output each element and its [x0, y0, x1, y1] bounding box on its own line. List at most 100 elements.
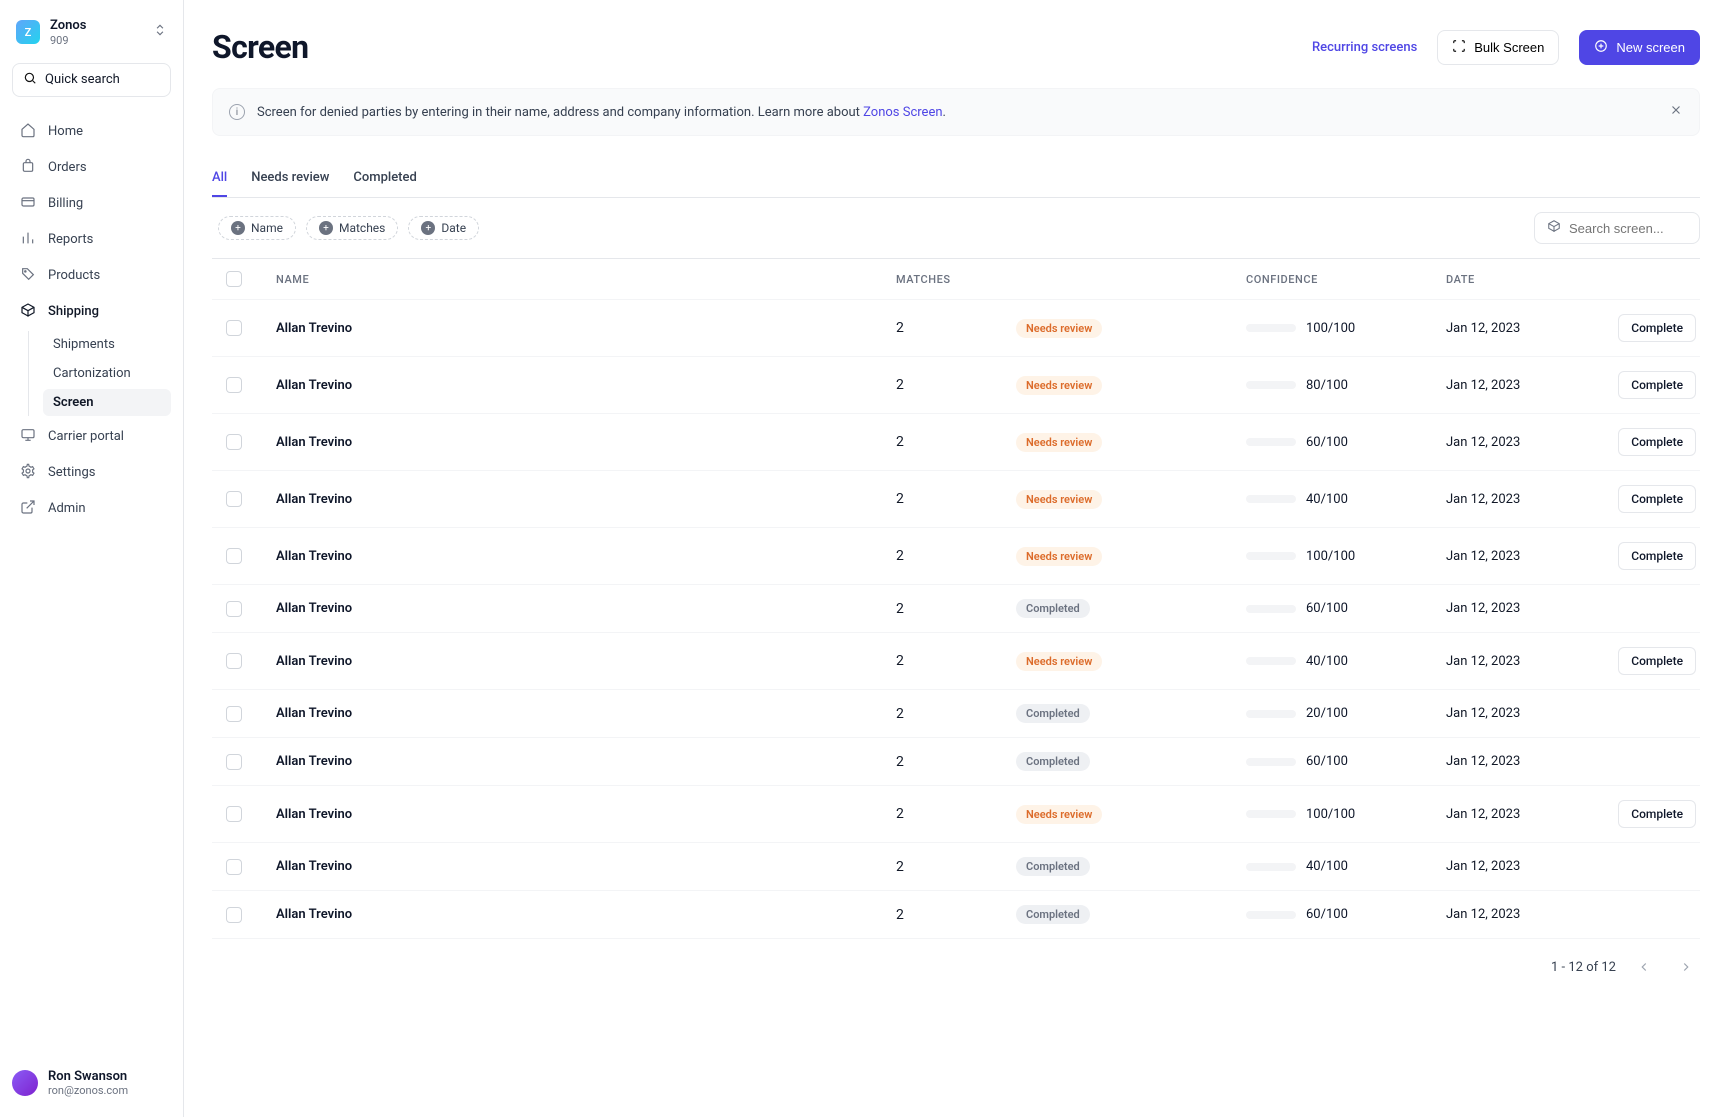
row-name: Allan Trevino: [260, 807, 880, 822]
status-badge: Completed: [1016, 704, 1090, 723]
filter-chip-date[interactable]: +Date: [408, 216, 479, 240]
sidebar-item-carrier-portal[interactable]: Carrier portal: [12, 420, 171, 454]
next-page-button[interactable]: [1672, 953, 1700, 981]
table-row[interactable]: Allan Trevino2Needs review40/100Jan 12, …: [212, 633, 1700, 690]
tag-icon: [20, 266, 36, 286]
status-badge: Completed: [1016, 599, 1090, 618]
user-email: ron@zonos.com: [48, 1084, 128, 1097]
row-date: Jan 12, 2023: [1430, 601, 1580, 616]
row-date: Jan 12, 2023: [1430, 754, 1580, 769]
row-checkbox[interactable]: [226, 320, 242, 336]
complete-button[interactable]: Complete: [1618, 428, 1696, 456]
external-icon: [20, 499, 36, 519]
row-checkbox[interactable]: [226, 907, 242, 923]
status-badge: Needs review: [1016, 490, 1102, 509]
search-screen[interactable]: [1534, 212, 1700, 244]
row-matches: 2: [880, 754, 1000, 770]
table-row[interactable]: Allan Trevino2Needs review60/100Jan 12, …: [212, 414, 1700, 471]
sidebar-item-products[interactable]: Products: [12, 259, 171, 293]
row-checkbox[interactable]: [226, 806, 242, 822]
sidebar-sub-shipments[interactable]: Shipments: [43, 331, 171, 358]
row-checkbox[interactable]: [226, 859, 242, 875]
table-row[interactable]: Allan Trevino2Needs review80/100Jan 12, …: [212, 357, 1700, 414]
row-checkbox[interactable]: [226, 754, 242, 770]
row-name: Allan Trevino: [260, 859, 880, 874]
row-matches: 2: [880, 320, 1000, 336]
status-badge: Needs review: [1016, 652, 1102, 671]
row-checkbox[interactable]: [226, 653, 242, 669]
table-row[interactable]: Allan Trevino2Completed60/100Jan 12, 202…: [212, 738, 1700, 786]
table-row[interactable]: Allan Trevino2Needs review100/100Jan 12,…: [212, 528, 1700, 585]
pagination-text: 1 - 12 of 12: [1551, 960, 1616, 975]
complete-button[interactable]: Complete: [1618, 314, 1696, 342]
complete-button[interactable]: Complete: [1618, 647, 1696, 675]
org-selector[interactable]: Z Zonos 909: [12, 12, 171, 53]
sidebar-item-settings[interactable]: Settings: [12, 456, 171, 490]
row-name: Allan Trevino: [260, 754, 880, 769]
table-row[interactable]: Allan Trevino2Completed40/100Jan 12, 202…: [212, 843, 1700, 891]
sidebar-item-billing[interactable]: Billing: [12, 187, 171, 221]
user-menu[interactable]: Ron Swanson ron@zonos.com: [12, 1061, 171, 1105]
complete-button[interactable]: Complete: [1618, 371, 1696, 399]
search-input[interactable]: [1569, 221, 1687, 236]
sidebar-sub-cartonization[interactable]: Cartonization: [43, 360, 171, 387]
new-screen-label: New screen: [1616, 40, 1685, 55]
recurring-screens-link[interactable]: Recurring screens: [1312, 40, 1417, 55]
row-confidence: 60/100: [1230, 907, 1430, 922]
quick-search[interactable]: Quick search: [12, 63, 171, 97]
sidebar-item-admin[interactable]: Admin: [12, 492, 171, 526]
status-badge: Completed: [1016, 752, 1090, 771]
plus-icon: +: [421, 221, 435, 235]
table-row[interactable]: Allan Trevino2Needs review100/100Jan 12,…: [212, 786, 1700, 843]
bulk-screen-label: Bulk Screen: [1474, 40, 1544, 55]
sidebar-sub-screen[interactable]: Screen: [43, 389, 171, 416]
row-matches: 2: [880, 377, 1000, 393]
filter-chip-name[interactable]: +Name: [218, 216, 296, 240]
filter-chip-matches[interactable]: +Matches: [306, 216, 398, 240]
table-row[interactable]: Allan Trevino2Needs review100/100Jan 12,…: [212, 300, 1700, 357]
row-confidence: 60/100: [1230, 601, 1430, 616]
row-date: Jan 12, 2023: [1430, 907, 1580, 922]
sidebar-item-label: Settings: [48, 465, 95, 480]
status-badge: Needs review: [1016, 376, 1102, 395]
row-checkbox[interactable]: [226, 601, 242, 617]
row-checkbox[interactable]: [226, 377, 242, 393]
sidebar-item-shipping[interactable]: Shipping: [12, 295, 171, 329]
sidebar-item-reports[interactable]: Reports: [12, 223, 171, 257]
sidebar-item-label: Screen: [53, 395, 94, 410]
row-confidence: 20/100: [1230, 706, 1430, 721]
row-checkbox[interactable]: [226, 434, 242, 450]
tab-all[interactable]: All: [212, 160, 227, 197]
row-checkbox[interactable]: [226, 491, 242, 507]
table-row[interactable]: Allan Trevino2Needs review40/100Jan 12, …: [212, 471, 1700, 528]
select-all-checkbox[interactable]: [226, 271, 242, 287]
status-badge: Needs review: [1016, 433, 1102, 452]
chip-label: Matches: [339, 221, 385, 235]
close-icon[interactable]: [1669, 103, 1683, 121]
complete-button[interactable]: Complete: [1618, 800, 1696, 828]
tab-needs-review[interactable]: Needs review: [251, 160, 329, 197]
sidebar-item-label: Billing: [48, 196, 83, 211]
col-name: NAME: [260, 273, 880, 286]
sidebar-item-orders[interactable]: Orders: [12, 151, 171, 185]
tab-completed[interactable]: Completed: [353, 160, 416, 197]
chevron-up-down-icon: [153, 23, 167, 41]
complete-button[interactable]: Complete: [1618, 485, 1696, 513]
monitor-icon: [20, 427, 36, 447]
table-row[interactable]: Allan Trevino2Completed60/100Jan 12, 202…: [212, 585, 1700, 633]
bulk-screen-button[interactable]: Bulk Screen: [1437, 30, 1559, 65]
prev-page-button[interactable]: [1630, 953, 1658, 981]
sidebar-item-label: Home: [48, 124, 83, 139]
row-checkbox[interactable]: [226, 548, 242, 564]
row-checkbox[interactable]: [226, 706, 242, 722]
banner-link[interactable]: Zonos Screen: [863, 105, 942, 120]
quick-search-placeholder: Quick search: [45, 72, 120, 87]
row-matches: 2: [880, 806, 1000, 822]
table-row[interactable]: Allan Trevino2Completed60/100Jan 12, 202…: [212, 891, 1700, 939]
org-id: 909: [50, 34, 86, 47]
table-row[interactable]: Allan Trevino2Completed20/100Jan 12, 202…: [212, 690, 1700, 738]
complete-button[interactable]: Complete: [1618, 542, 1696, 570]
sidebar-item-home[interactable]: Home: [12, 115, 171, 149]
new-screen-button[interactable]: New screen: [1579, 30, 1700, 65]
plus-circle-icon: [1594, 39, 1608, 56]
